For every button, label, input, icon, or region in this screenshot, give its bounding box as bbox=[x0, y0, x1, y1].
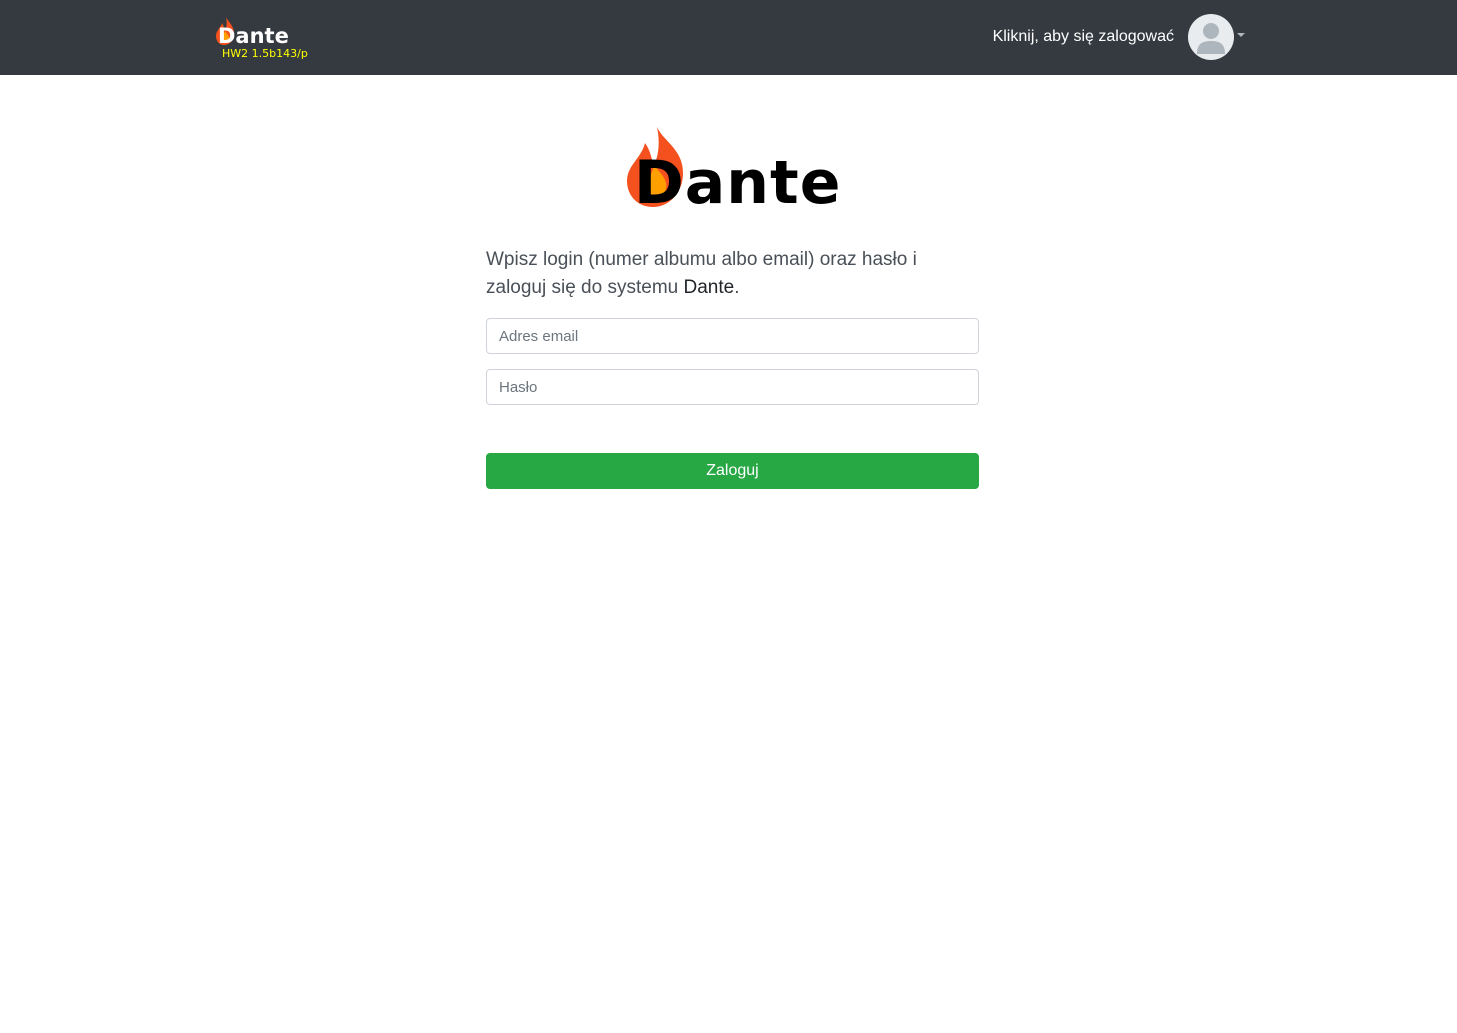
user-avatar-icon bbox=[1188, 14, 1234, 60]
login-instructions: Wpisz login (numer albumu albo email) or… bbox=[486, 246, 979, 302]
version-label: HW2 1.5b143/p bbox=[222, 47, 308, 60]
logo-text: Dante bbox=[634, 148, 842, 218]
login-form: Wpisz login (numer albumu albo email) or… bbox=[486, 246, 979, 489]
login-prompt-link[interactable]: Kliknij, aby się zalogować bbox=[993, 28, 1174, 46]
caret-down-icon bbox=[1237, 33, 1245, 37]
main-logo: Dante bbox=[620, 122, 850, 222]
user-menu-toggle[interactable] bbox=[1188, 14, 1248, 62]
password-field[interactable] bbox=[486, 369, 979, 405]
brand-logo-link[interactable]: Dante HW2 1.5b143/p bbox=[214, 16, 314, 64]
top-navbar: Dante HW2 1.5b143/p Kliknij, aby się zal… bbox=[0, 0, 1457, 75]
login-button[interactable]: Zaloguj bbox=[486, 453, 979, 489]
instructions-end: . bbox=[734, 277, 740, 298]
email-field[interactable] bbox=[486, 318, 979, 354]
brand-name: Dante bbox=[218, 24, 289, 48]
system-name: Dante bbox=[683, 277, 735, 298]
